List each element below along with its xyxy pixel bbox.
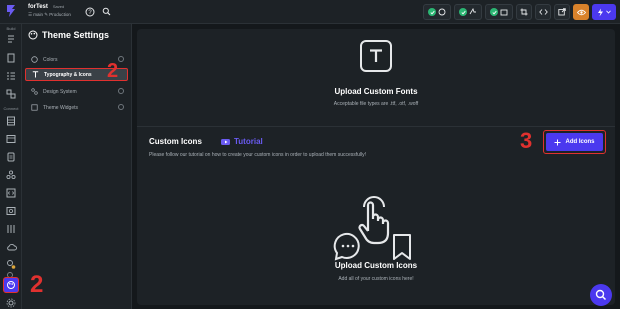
info-icon	[118, 104, 124, 110]
annotation-step-add: 3	[520, 128, 533, 153]
palette-icon	[31, 56, 38, 63]
chevron-down-icon	[606, 10, 611, 14]
upload-fonts-title: Upload Custom Fonts	[334, 87, 418, 96]
code-icon	[538, 9, 548, 15]
chat-icon	[438, 8, 446, 16]
pages-icon[interactable]	[5, 52, 17, 64]
main-content: Upload Custom Fonts Acceptable file type…	[137, 29, 615, 305]
crop-icon	[520, 8, 528, 16]
widget-tree-icon[interactable]	[5, 70, 17, 82]
settings-item-label: Theme Widgets	[43, 104, 79, 111]
app-state-icon[interactable]	[5, 151, 17, 163]
settings-item-label: Design System	[43, 88, 77, 95]
run-button[interactable]	[592, 4, 616, 20]
components-icon[interactable]	[5, 88, 17, 100]
youtube-icon	[221, 138, 230, 145]
upload-icons-subtitle: Add all of your custom icons here!	[338, 276, 414, 282]
flutterflow-logo-icon[interactable]	[3, 3, 19, 19]
custom-icons-title: Custom Icons	[149, 137, 202, 146]
sparkle-icon	[469, 8, 476, 15]
cloud-functions-icon[interactable]	[5, 241, 17, 253]
agent-status-button[interactable]	[454, 4, 482, 20]
custom-code-icon[interactable]	[5, 187, 17, 199]
settings-item-label: Typography & Icons	[44, 71, 92, 78]
info-icon	[118, 56, 124, 62]
settings-item-label: Colors	[43, 56, 58, 63]
help-circle-icon[interactable]: ?	[84, 6, 95, 17]
design-system-icon	[31, 88, 38, 95]
font-upload-icon[interactable]	[360, 40, 392, 72]
crop-button[interactable]	[516, 4, 532, 20]
upload-fonts-subtitle: Acceptable file types are .ttf, .otf, .w…	[333, 101, 419, 107]
widget-palette-icon[interactable]	[5, 34, 17, 46]
check-icon	[428, 8, 436, 16]
search-icon	[595, 289, 607, 301]
settings-item-theme-widgets[interactable]: Theme Widgets	[25, 101, 128, 114]
tutorial-label: Tutorial	[234, 137, 263, 146]
annotation-step-settings: 2	[107, 60, 119, 82]
rail-section-build: Build	[6, 26, 16, 31]
check-icon	[490, 8, 498, 16]
open-external-button[interactable]	[554, 4, 570, 20]
palette-icon	[28, 30, 38, 40]
search-icon[interactable]	[101, 6, 112, 17]
gear-icon[interactable]	[5, 297, 17, 309]
api-calls-icon[interactable]	[5, 133, 17, 145]
text-type-icon	[32, 71, 39, 78]
annotation-step-rail: 2	[30, 271, 44, 298]
tutorial-link[interactable]: Tutorial	[221, 137, 263, 146]
project-name: forTest	[28, 4, 48, 10]
storyboard-icon[interactable]	[5, 223, 17, 235]
custom-icons-illustration	[333, 196, 411, 261]
add-icons-button[interactable]: Add Icons	[543, 130, 606, 154]
rail-section-connect: Connect	[3, 106, 19, 111]
package-icon	[500, 9, 508, 16]
help-search-button[interactable]	[590, 284, 612, 306]
build-status-button[interactable]	[485, 4, 513, 20]
top-bar: forTest Saved ☰ main ✎ Production ?	[0, 0, 620, 24]
integrations-icon[interactable]	[5, 169, 17, 181]
saved-status: Saved	[52, 4, 65, 9]
lightning-icon	[598, 8, 603, 16]
preview-button[interactable]	[573, 4, 589, 20]
external-link-icon	[558, 8, 566, 16]
upload-icons-title: Upload Custom Icons	[334, 261, 418, 270]
plus-icon	[554, 139, 561, 145]
settings-warning-icon[interactable]	[5, 258, 17, 270]
custom-icons-description: Please follow our tutorial on how to cre…	[149, 152, 367, 158]
database-icon[interactable]	[5, 115, 17, 127]
settings-header: Theme Settings	[28, 30, 109, 40]
ai-status-button[interactable]	[423, 4, 451, 20]
settings-item-design-system[interactable]: Design System	[25, 85, 128, 98]
section-divider	[137, 126, 615, 127]
add-icons-label: Add Icons	[565, 139, 595, 145]
theme-settings-icon[interactable]	[3, 277, 19, 293]
code-button[interactable]	[535, 4, 551, 20]
media-assets-icon[interactable]	[5, 205, 17, 217]
widgets-icon	[31, 104, 38, 111]
project-info[interactable]: forTest Saved ☰ main ✎ Production	[28, 3, 71, 18]
check-icon	[459, 8, 467, 16]
branch-label: ☰ main ✎ Production	[28, 12, 71, 17]
eye-icon	[576, 9, 586, 15]
settings-title: Theme Settings	[42, 30, 110, 40]
nav-rail: Build Connect	[0, 24, 22, 309]
add-icons-button-inner[interactable]: Add Icons	[546, 133, 603, 151]
info-icon	[118, 88, 124, 94]
